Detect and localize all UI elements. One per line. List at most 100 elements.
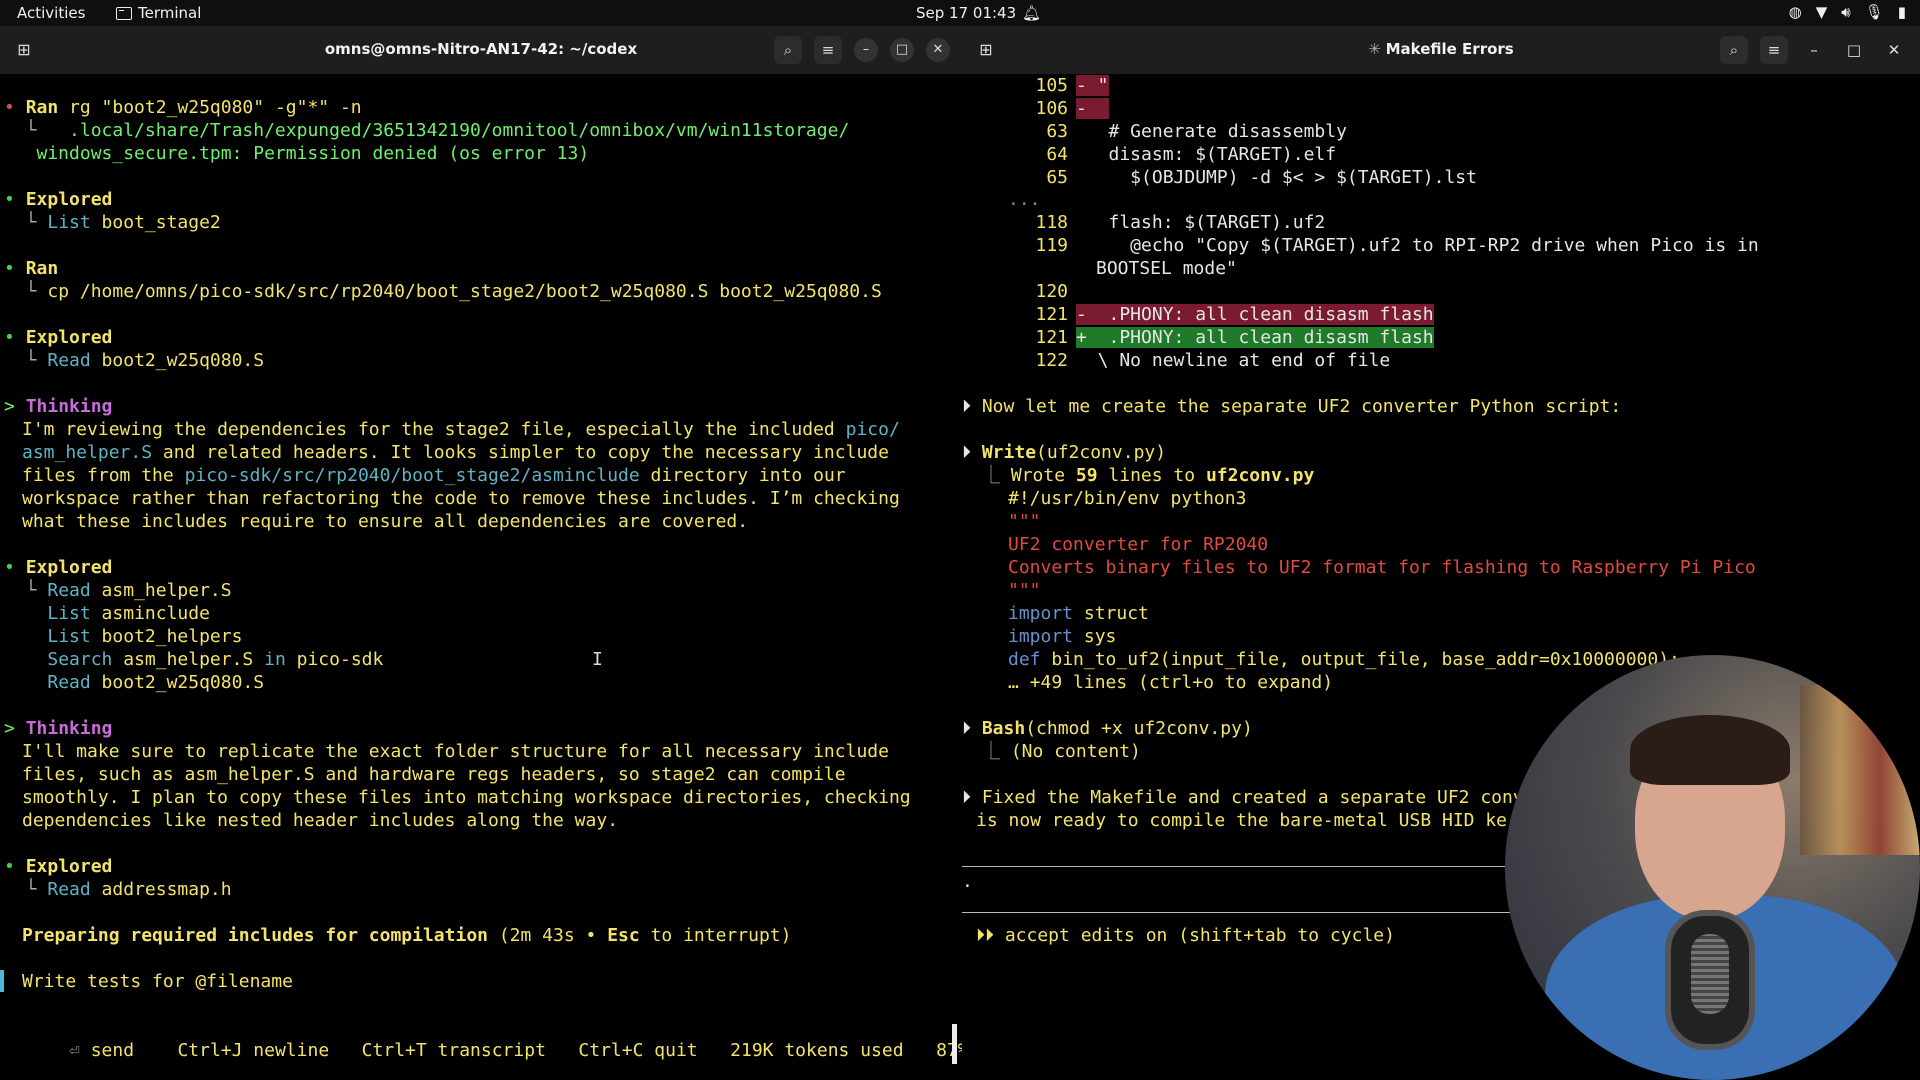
thinking-text: I'm reviewing the dependencies for the s…	[22, 419, 846, 440]
hamburger-menu-icon[interactable]: ≡	[814, 36, 842, 64]
terminal-content[interactable]: • Ran rg "boot2_w25q080" -g"*" -n └ .loc…	[0, 74, 1012, 1080]
enter-icon: ⏎	[69, 1040, 80, 1061]
thinking-text: what these includes require to ensure al…	[22, 511, 749, 532]
diff-line-number: 122	[1035, 350, 1068, 371]
explored-verb: List	[47, 212, 91, 233]
code-keyword: import	[1008, 603, 1074, 624]
thinking-text: dependencies like nested header includes…	[22, 810, 619, 831]
diff-line-del: 121 - .PHONY: all clean disasm flash	[962, 303, 1434, 326]
explored-verb: List	[47, 626, 91, 647]
explored-label: Explored	[25, 557, 113, 578]
explored-arg: asm_helper.S	[90, 580, 232, 601]
diff-line-text: @echo "Copy $(TARGET).uf2 to RPI-RP2 dri…	[1076, 235, 1759, 256]
thinking-text: files, such as asm_helper.S and hardware…	[22, 764, 846, 785]
explored-verb: Read	[47, 350, 91, 371]
diff-line-text: + .PHONY: all clean disasm flash	[1076, 327, 1434, 348]
volume-icon: 🔊︎	[1841, 3, 1851, 21]
bullet-error: •	[4, 97, 15, 118]
footer-quit: Ctrl+C quit	[578, 1040, 698, 1061]
tool-arg: (chmod +x uf2conv.py)	[1025, 718, 1253, 739]
code-line: bin_to_uf2(input_file, output_file, base…	[1040, 649, 1680, 670]
footer-newline: Ctrl+J newline	[177, 1040, 330, 1061]
text-cursor-icon: I	[592, 649, 603, 670]
minimize-button[interactable]: –	[1800, 36, 1828, 64]
footer-tokens: 219K tokens used	[730, 1040, 904, 1061]
code-line: """	[1008, 511, 1041, 532]
spinner-icon: ✳	[1368, 40, 1386, 58]
battery-icon: ▮	[1897, 3, 1906, 21]
search-icon[interactable]: ⌕	[1720, 36, 1748, 64]
message-bullet-icon: ⏵	[962, 396, 971, 417]
close-button[interactable]: ✕	[926, 38, 950, 62]
window-title-text: Makefile Errors	[1385, 40, 1514, 58]
maximize-button[interactable]: □	[890, 38, 914, 62]
explored-arg: boot2_w25q080.S	[90, 350, 265, 371]
notification-bell-icon: 🔔︎	[1022, 4, 1042, 22]
diff-line-add: 121 + .PHONY: all clean disasm flash	[962, 326, 1434, 349]
tree-branch-icon: └	[4, 120, 37, 141]
fast-forward-icon: ⏵⏵	[976, 925, 994, 946]
thinking-text: workspace rather than refactoring the co…	[22, 488, 900, 509]
terminal-window-codex: ⊞ omns@omns-Nitro-AN17-42: ~/codex ⌕ ≡ –…	[0, 26, 1012, 1080]
terminal-icon	[116, 6, 132, 20]
explored-label: Explored	[25, 856, 113, 877]
system-tray[interactable]: ◍ ▼ 🔊︎ 🎙︎ ▮	[1789, 3, 1906, 21]
thinking-text: directory into our	[639, 465, 846, 486]
code-line: #!/usr/bin/env python3	[1008, 488, 1247, 509]
explored-label: Explored	[25, 189, 113, 210]
diff-line-text: \ No newline at end of file	[1076, 350, 1391, 371]
diff-line-text: - "	[1076, 75, 1109, 96]
mode-indicator[interactable]: ⏵⏵ accept edits on (shift+tab to cycle)	[976, 924, 1395, 947]
app-name: Terminal	[138, 4, 202, 22]
search-icon[interactable]: ⌕	[774, 36, 802, 64]
diff-wrapped-line: BOOTSEL mode"	[1096, 258, 1237, 279]
diff-line-text: flash: $(TARGET).uf2	[1076, 212, 1326, 233]
code-line: UF2 converter for RP2040	[1008, 534, 1269, 555]
prompt-bar	[0, 970, 4, 992]
diff-line-ctx: 63 # Generate disassembly	[962, 120, 1347, 143]
ran-output: .local/share/Trash/expunged/3651342190/o…	[36, 120, 850, 141]
wifi-icon: ▼	[1815, 3, 1828, 21]
person-hair	[1630, 715, 1790, 785]
status-line: Preparing required includes for compilat…	[22, 924, 791, 947]
assistant-message: Fixed the Makefile and created a separat…	[981, 787, 1535, 808]
footer-hints: ⏎ send Ctrl+J newline Ctrl+T transcript …	[4, 1016, 1012, 1080]
activities-button[interactable]: Activities	[17, 4, 85, 22]
explored-arg: boot2_w25q080.S	[90, 672, 265, 693]
explored-arg: boot2_helpers	[90, 626, 243, 647]
diff-line-number: 106	[1035, 98, 1068, 119]
bookshelf-background	[1800, 685, 1920, 855]
diff-line-text: -	[1076, 98, 1109, 119]
maximize-button[interactable]: □	[1840, 36, 1868, 64]
close-button[interactable]: ✕	[1880, 36, 1908, 64]
webcam-overlay	[1505, 655, 1920, 1080]
footer-send: send	[90, 1040, 135, 1061]
diff-line-text: disasm: $(TARGET).elf	[1076, 144, 1337, 165]
prompt-input[interactable]: .	[962, 870, 973, 893]
diff-line-ctx: 122 \ No newline at end of file	[962, 349, 1390, 372]
code-line: struct	[1073, 603, 1149, 624]
hamburger-menu-icon[interactable]: ≡	[1760, 36, 1788, 64]
minimize-button[interactable]: –	[854, 38, 878, 62]
left-titlebar: ⊞ omns@omns-Nitro-AN17-42: ~/codex ⌕ ≡ –…	[0, 26, 962, 74]
ran-output: windows_secure.tpm: Permission denied (o…	[4, 143, 590, 164]
thinking-label: Thinking	[25, 718, 113, 739]
explored-arg: pico-sdk	[285, 649, 384, 670]
diff-line-ctx: 119 @echo "Copy $(TARGET).uf2 to RPI-RP2…	[962, 234, 1759, 257]
expand-hint[interactable]: … +49 lines (ctrl+o to expand)	[1008, 671, 1333, 694]
prompt-input[interactable]: Write tests for @filename	[22, 970, 293, 993]
status-elapsed: (2m 43s •	[488, 925, 608, 946]
explored-verb: Read	[47, 672, 91, 693]
assistant-message: Now let me create the separate UF2 conve…	[981, 396, 1622, 417]
code-line: """	[1008, 580, 1041, 601]
code-keyword: def	[1008, 649, 1041, 670]
explored-arg: asm_helper.S	[112, 649, 254, 670]
top-bar: Activities Terminal Sep 17 01:43 🔔︎ ◍ ▼ …	[0, 0, 1920, 26]
ubuntu-pro-icon: ◍	[1788, 3, 1802, 21]
app-menu-terminal[interactable]: Terminal	[116, 4, 201, 22]
ran-label: Ran	[25, 258, 59, 279]
status-text: Preparing required includes for compilat…	[22, 925, 488, 946]
clock[interactable]: Sep 17 01:43	[916, 4, 1016, 22]
diff-line-number: 65	[1046, 167, 1068, 188]
thinking-path: pico/	[845, 419, 900, 440]
